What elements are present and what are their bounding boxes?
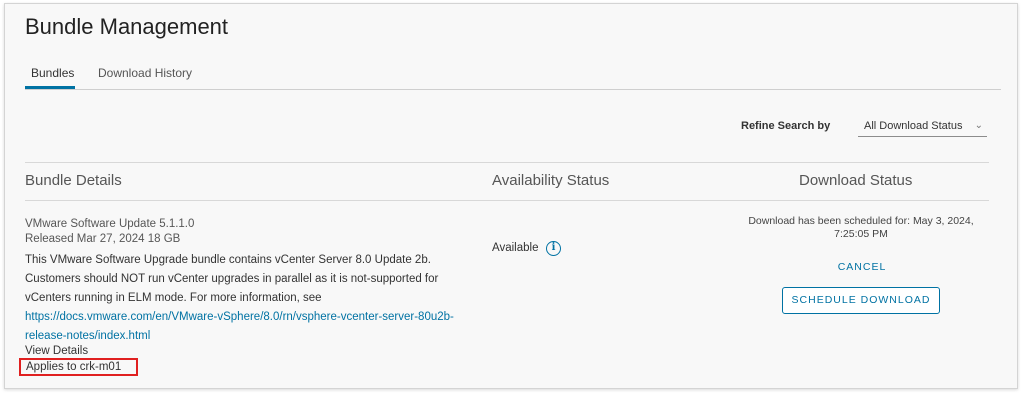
applies-to-text: Applies to crk-m01 xyxy=(26,361,122,373)
release-notes-link[interactable]: https://docs.vmware.com/en/VMware-vSpher… xyxy=(25,308,475,346)
active-tab-indicator xyxy=(25,86,75,89)
tab-bar: Bundles Download History xyxy=(25,62,1001,90)
refine-search-label: Refine Search by xyxy=(741,120,831,132)
bundle-name: VMware Software Update 5.1.1.0 xyxy=(25,218,195,230)
view-details-link[interactable]: View Details xyxy=(25,345,475,358)
bundle-release-info: Released Mar 27, 2024 18 GB xyxy=(25,233,181,245)
download-status-text: Download has been scheduled for: May 3, … xyxy=(748,215,974,240)
schedule-download-button[interactable]: SCHEDULE DOWNLOAD xyxy=(782,287,940,314)
download-status-filter-select[interactable]: All Download Status ⌄ xyxy=(858,117,987,137)
divider xyxy=(25,162,989,163)
availability-status: Available xyxy=(492,242,539,254)
filter-selected-value: All Download Status xyxy=(864,120,963,132)
tab-bundles[interactable]: Bundles xyxy=(31,66,74,80)
bundle-description: This VMware Software Upgrade bundle cont… xyxy=(25,254,439,304)
applies-to-label: Applies to crk-m01 xyxy=(19,358,138,376)
info-icon[interactable]: i xyxy=(546,241,561,256)
column-header-bundle-details: Bundle Details xyxy=(25,172,122,189)
bundle-details-cell: VMware Software Update 5.1.1.0 Released … xyxy=(25,217,475,358)
column-header-download-status: Download Status xyxy=(799,172,913,189)
bundle-management-panel: Bundle Management Bundles Download Histo… xyxy=(4,3,1018,389)
column-header-availability-status: Availability Status xyxy=(492,172,610,189)
cancel-button[interactable]: CANCEL xyxy=(825,261,899,273)
page-title: Bundle Management xyxy=(25,14,229,39)
header-divider xyxy=(25,200,989,201)
chevron-down-icon: ⌄ xyxy=(974,120,983,131)
tab-download-history[interactable]: Download History xyxy=(98,66,192,80)
